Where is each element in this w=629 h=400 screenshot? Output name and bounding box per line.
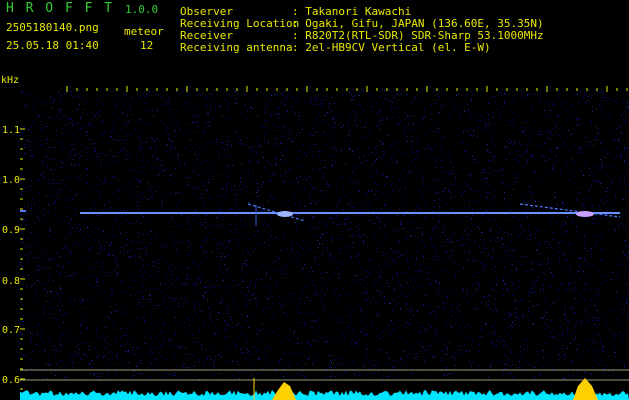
y-tick-1-0: 1.0 xyxy=(2,175,21,186)
y-tick-0-8: 0.8 xyxy=(2,276,21,287)
y-tick-0-6: 0.6 xyxy=(2,375,21,386)
y-tick-0-9: 0.9 xyxy=(2,225,21,236)
meteor-head-1 xyxy=(277,211,293,217)
meteor-count: 12 xyxy=(140,39,154,52)
meteor-head-2 xyxy=(576,211,594,217)
file-name: 2505180140.png xyxy=(6,21,99,34)
info-value-antenna: : 2el-HB9CV Vertical (el. E-W) xyxy=(292,41,491,54)
y-axis-unit: kHz xyxy=(1,75,20,86)
y-tick-0-7: 0.7 xyxy=(2,325,21,336)
date-time: 25.05.18 01:40 xyxy=(6,39,99,52)
meteor-label: meteor xyxy=(124,25,164,38)
info-label-antenna: Receiving antenna xyxy=(180,41,293,54)
y-tick-1-1: 1.1 xyxy=(2,125,21,136)
header-panel: H R O F F T 1.0.0 2505180140.png meteor … xyxy=(0,0,629,72)
app-version: 1.0.0 xyxy=(125,3,159,16)
spectrogram-waterfall xyxy=(20,74,629,400)
app-name: H R O F F T xyxy=(6,1,115,16)
